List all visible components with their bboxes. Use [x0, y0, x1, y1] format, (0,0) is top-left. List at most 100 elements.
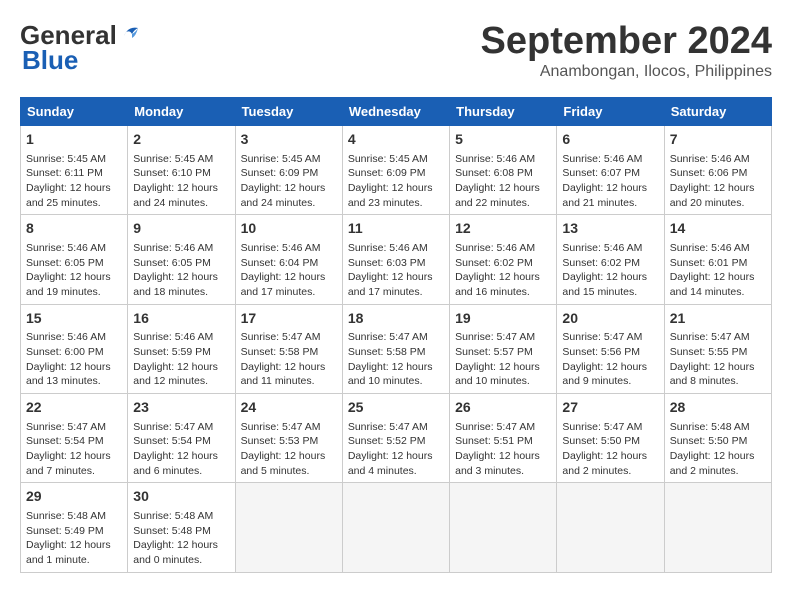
table-row: 18Sunrise: 5:47 AMSunset: 5:58 PMDayligh… — [342, 304, 449, 393]
col-tuesday: Tuesday — [235, 98, 342, 126]
day-info: Sunrise: 5:45 AMSunset: 6:09 PMDaylight:… — [348, 152, 444, 211]
logo-bird-icon — [120, 22, 142, 44]
title-block: September 2024 Anambongan, Ilocos, Phili… — [481, 20, 773, 81]
day-info: Sunrise: 5:46 AMSunset: 6:05 PMDaylight:… — [26, 241, 122, 300]
day-info: Sunrise: 5:45 AMSunset: 6:09 PMDaylight:… — [241, 152, 337, 211]
table-row: 9Sunrise: 5:46 AMSunset: 6:05 PMDaylight… — [128, 215, 235, 304]
col-wednesday: Wednesday — [342, 98, 449, 126]
day-number: 24 — [241, 398, 337, 418]
table-row: 29Sunrise: 5:48 AMSunset: 5:49 PMDayligh… — [21, 483, 128, 572]
day-info: Sunrise: 5:46 AMSunset: 6:02 PMDaylight:… — [562, 241, 658, 300]
day-number: 16 — [133, 309, 229, 329]
day-info: Sunrise: 5:47 AMSunset: 5:56 PMDaylight:… — [562, 330, 658, 389]
day-info: Sunrise: 5:47 AMSunset: 5:58 PMDaylight:… — [241, 330, 337, 389]
table-row — [557, 483, 664, 572]
table-row: 28Sunrise: 5:48 AMSunset: 5:50 PMDayligh… — [664, 394, 771, 483]
table-row: 25Sunrise: 5:47 AMSunset: 5:52 PMDayligh… — [342, 394, 449, 483]
table-row: 15Sunrise: 5:46 AMSunset: 6:00 PMDayligh… — [21, 304, 128, 393]
day-number: 22 — [26, 398, 122, 418]
day-info: Sunrise: 5:48 AMSunset: 5:50 PMDaylight:… — [670, 420, 766, 479]
table-row: 21Sunrise: 5:47 AMSunset: 5:55 PMDayligh… — [664, 304, 771, 393]
day-number: 5 — [455, 130, 551, 150]
table-row: 20Sunrise: 5:47 AMSunset: 5:56 PMDayligh… — [557, 304, 664, 393]
table-row: 1Sunrise: 5:45 AMSunset: 6:11 PMDaylight… — [21, 126, 128, 215]
day-number: 25 — [348, 398, 444, 418]
day-info: Sunrise: 5:45 AMSunset: 6:10 PMDaylight:… — [133, 152, 229, 211]
day-info: Sunrise: 5:47 AMSunset: 5:50 PMDaylight:… — [562, 420, 658, 479]
day-info: Sunrise: 5:45 AMSunset: 6:11 PMDaylight:… — [26, 152, 122, 211]
day-number: 6 — [562, 130, 658, 150]
day-number: 2 — [133, 130, 229, 150]
day-info: Sunrise: 5:46 AMSunset: 6:06 PMDaylight:… — [670, 152, 766, 211]
day-info: Sunrise: 5:47 AMSunset: 5:54 PMDaylight:… — [133, 420, 229, 479]
col-thursday: Thursday — [450, 98, 557, 126]
table-row: 6Sunrise: 5:46 AMSunset: 6:07 PMDaylight… — [557, 126, 664, 215]
day-info: Sunrise: 5:46 AMSunset: 6:07 PMDaylight:… — [562, 152, 658, 211]
table-row: 10Sunrise: 5:46 AMSunset: 6:04 PMDayligh… — [235, 215, 342, 304]
month-title: September 2024 — [481, 20, 773, 63]
day-number: 13 — [562, 219, 658, 239]
day-info: Sunrise: 5:48 AMSunset: 5:49 PMDaylight:… — [26, 509, 122, 568]
table-row: 5Sunrise: 5:46 AMSunset: 6:08 PMDaylight… — [450, 126, 557, 215]
table-row: 13Sunrise: 5:46 AMSunset: 6:02 PMDayligh… — [557, 215, 664, 304]
day-number: 8 — [26, 219, 122, 239]
day-number: 18 — [348, 309, 444, 329]
col-friday: Friday — [557, 98, 664, 126]
day-number: 29 — [26, 487, 122, 507]
day-info: Sunrise: 5:46 AMSunset: 6:08 PMDaylight:… — [455, 152, 551, 211]
day-info: Sunrise: 5:47 AMSunset: 5:57 PMDaylight:… — [455, 330, 551, 389]
day-number: 26 — [455, 398, 551, 418]
table-row: 17Sunrise: 5:47 AMSunset: 5:58 PMDayligh… — [235, 304, 342, 393]
col-sunday: Sunday — [21, 98, 128, 126]
day-info: Sunrise: 5:48 AMSunset: 5:48 PMDaylight:… — [133, 509, 229, 568]
day-number: 27 — [562, 398, 658, 418]
day-number: 3 — [241, 130, 337, 150]
table-row — [664, 483, 771, 572]
day-number: 7 — [670, 130, 766, 150]
day-number: 19 — [455, 309, 551, 329]
day-info: Sunrise: 5:47 AMSunset: 5:58 PMDaylight:… — [348, 330, 444, 389]
day-info: Sunrise: 5:46 AMSunset: 6:01 PMDaylight:… — [670, 241, 766, 300]
table-row: 19Sunrise: 5:47 AMSunset: 5:57 PMDayligh… — [450, 304, 557, 393]
day-info: Sunrise: 5:47 AMSunset: 5:51 PMDaylight:… — [455, 420, 551, 479]
location: Anambongan, Ilocos, Philippines — [481, 63, 773, 81]
table-row: 24Sunrise: 5:47 AMSunset: 5:53 PMDayligh… — [235, 394, 342, 483]
table-row — [235, 483, 342, 572]
calendar-week-row: 1Sunrise: 5:45 AMSunset: 6:11 PMDaylight… — [21, 126, 772, 215]
table-row: 3Sunrise: 5:45 AMSunset: 6:09 PMDaylight… — [235, 126, 342, 215]
table-row: 22Sunrise: 5:47 AMSunset: 5:54 PMDayligh… — [21, 394, 128, 483]
day-info: Sunrise: 5:46 AMSunset: 6:02 PMDaylight:… — [455, 241, 551, 300]
day-number: 11 — [348, 219, 444, 239]
page-header: General Blue September 2024 Anambongan, … — [20, 20, 772, 81]
table-row: 11Sunrise: 5:46 AMSunset: 6:03 PMDayligh… — [342, 215, 449, 304]
calendar-table: Sunday Monday Tuesday Wednesday Thursday… — [20, 97, 772, 573]
table-row — [342, 483, 449, 572]
table-row: 26Sunrise: 5:47 AMSunset: 5:51 PMDayligh… — [450, 394, 557, 483]
day-info: Sunrise: 5:46 AMSunset: 6:04 PMDaylight:… — [241, 241, 337, 300]
calendar-header-row: Sunday Monday Tuesday Wednesday Thursday… — [21, 98, 772, 126]
logo-blue: Blue — [22, 45, 78, 76]
day-number: 14 — [670, 219, 766, 239]
day-info: Sunrise: 5:46 AMSunset: 6:05 PMDaylight:… — [133, 241, 229, 300]
table-row: 2Sunrise: 5:45 AMSunset: 6:10 PMDaylight… — [128, 126, 235, 215]
day-number: 20 — [562, 309, 658, 329]
day-number: 21 — [670, 309, 766, 329]
day-info: Sunrise: 5:46 AMSunset: 6:00 PMDaylight:… — [26, 330, 122, 389]
table-row: 30Sunrise: 5:48 AMSunset: 5:48 PMDayligh… — [128, 483, 235, 572]
day-number: 9 — [133, 219, 229, 239]
day-number: 15 — [26, 309, 122, 329]
table-row: 14Sunrise: 5:46 AMSunset: 6:01 PMDayligh… — [664, 215, 771, 304]
day-info: Sunrise: 5:47 AMSunset: 5:55 PMDaylight:… — [670, 330, 766, 389]
table-row — [450, 483, 557, 572]
day-info: Sunrise: 5:47 AMSunset: 5:53 PMDaylight:… — [241, 420, 337, 479]
col-monday: Monday — [128, 98, 235, 126]
day-info: Sunrise: 5:46 AMSunset: 5:59 PMDaylight:… — [133, 330, 229, 389]
table-row: 8Sunrise: 5:46 AMSunset: 6:05 PMDaylight… — [21, 215, 128, 304]
day-number: 30 — [133, 487, 229, 507]
calendar-week-row: 29Sunrise: 5:48 AMSunset: 5:49 PMDayligh… — [21, 483, 772, 572]
table-row: 16Sunrise: 5:46 AMSunset: 5:59 PMDayligh… — [128, 304, 235, 393]
day-number: 1 — [26, 130, 122, 150]
day-number: 17 — [241, 309, 337, 329]
calendar-week-row: 15Sunrise: 5:46 AMSunset: 6:00 PMDayligh… — [21, 304, 772, 393]
table-row: 7Sunrise: 5:46 AMSunset: 6:06 PMDaylight… — [664, 126, 771, 215]
